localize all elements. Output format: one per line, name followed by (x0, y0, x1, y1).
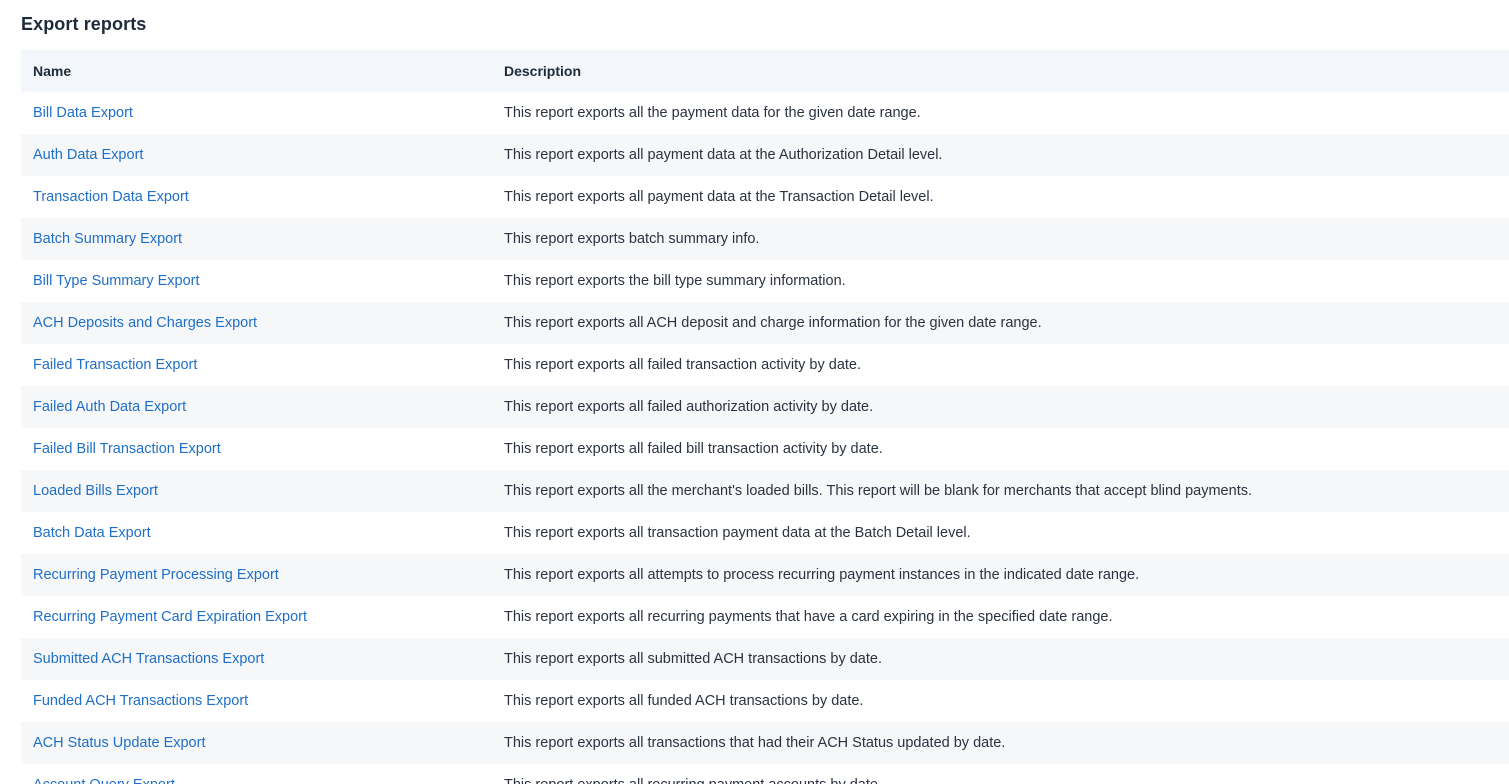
page-title: Export reports (21, 14, 147, 34)
export-reports-table: Name Description Bill Data Export This re… (21, 50, 1509, 784)
report-link[interactable]: Bill Type Summary Export (33, 273, 200, 289)
table-row: Batch Data Export This report exports all… (21, 512, 1509, 554)
report-description: This report exports all failed transacti… (504, 357, 862, 373)
report-link[interactable]: Batch Data Export (33, 525, 151, 541)
report-link[interactable]: Bill Data Export (33, 105, 133, 121)
report-link[interactable]: Failed Auth Data Export (33, 399, 186, 415)
name-cell: Auth Data Export (21, 146, 504, 164)
description-cell: This report exports all payment data at … (504, 188, 1509, 206)
name-cell: Failed Auth Data Export (21, 398, 504, 416)
description-cell: This report exports all transaction paym… (504, 524, 1509, 542)
report-description: This report exports all payment data at … (504, 147, 943, 163)
description-cell: This report exports all the merchant's l… (504, 482, 1509, 500)
report-description: This report exports all transaction paym… (504, 525, 971, 541)
report-link[interactable]: Loaded Bills Export (33, 483, 158, 499)
report-description: This report exports all funded ACH trans… (504, 693, 864, 709)
table-body: Bill Data Export This report exports all … (21, 92, 1509, 784)
table-row: Account Query Export This report exports … (21, 764, 1509, 784)
name-cell: Batch Data Export (21, 524, 504, 542)
table-row: Loaded Bills Export This report exports a… (21, 470, 1509, 512)
report-description: This report exports the bill type summar… (504, 273, 846, 289)
header-name: Name (33, 63, 72, 79)
name-cell: Loaded Bills Export (21, 482, 504, 500)
name-cell: Transaction Data Export (21, 188, 504, 206)
name-cell: Failed Bill Transaction Export (21, 440, 504, 458)
table-row: ACH Status Update Export This report expo… (21, 722, 1509, 764)
name-cell: Funded ACH Transactions Export (21, 692, 504, 710)
description-cell: This report exports all failed bill tran… (504, 440, 1509, 458)
table-header: Name Description (21, 50, 1509, 92)
report-link[interactable]: Transaction Data Export (33, 189, 189, 205)
report-description: This report exports all recurring paymen… (504, 777, 882, 784)
name-cell: ACH Deposits and Charges Export (21, 314, 504, 332)
report-link[interactable]: Recurring Payment Card Expiration Export (33, 609, 307, 625)
report-link[interactable]: Account Query Export (33, 777, 175, 784)
report-description: This report exports all recurring paymen… (504, 609, 1113, 625)
table-row: Transaction Data Export This report expor… (21, 176, 1509, 218)
description-cell: This report exports batch summary info. (504, 230, 1509, 248)
table-row: Batch Summary Export This report exports … (21, 218, 1509, 260)
name-cell: Batch Summary Export (21, 230, 504, 248)
name-cell: Failed Transaction Export (21, 356, 504, 374)
table-row: Recurring Payment Card Expiration Export… (21, 596, 1509, 638)
table-row: Failed Bill Transaction Export This repor… (21, 428, 1509, 470)
table-row: Funded ACH Transactions Export This repor… (21, 680, 1509, 722)
table-row: Failed Auth Data Export This report expor… (21, 386, 1509, 428)
name-cell: Recurring Payment Card Expiration Export (21, 608, 504, 626)
report-link[interactable]: Auth Data Export (33, 147, 143, 163)
description-cell: This report exports all failed authoriza… (504, 398, 1509, 416)
description-cell: This report exports all the payment data… (504, 104, 1509, 122)
report-link[interactable]: ACH Status Update Export (33, 735, 205, 751)
report-link[interactable]: Failed Bill Transaction Export (33, 441, 221, 457)
table-row: Auth Data Export This report exports all … (21, 134, 1509, 176)
description-cell: This report exports all recurring paymen… (504, 776, 1509, 784)
description-cell: This report exports all ACH deposit and … (504, 314, 1509, 332)
description-cell: This report exports all failed transacti… (504, 356, 1509, 374)
report-link[interactable]: Recurring Payment Processing Export (33, 567, 279, 583)
name-cell: ACH Status Update Export (21, 734, 504, 752)
report-link[interactable]: ACH Deposits and Charges Export (33, 315, 257, 331)
header-description: Description (504, 63, 582, 79)
description-cell: This report exports all attempts to proc… (504, 566, 1509, 584)
table-row: Submitted ACH Transactions Export This re… (21, 638, 1509, 680)
name-cell: Bill Data Export (21, 104, 504, 122)
report-link[interactable]: Funded ACH Transactions Export (33, 693, 248, 709)
report-link[interactable]: Failed Transaction Export (33, 357, 197, 373)
report-description: This report exports all failed bill tran… (504, 441, 883, 457)
report-description: This report exports all payment data at … (504, 189, 934, 205)
description-cell: This report exports all submitted ACH tr… (504, 650, 1509, 668)
report-description: This report exports batch summary info. (504, 231, 760, 247)
name-cell: Account Query Export (21, 776, 504, 784)
description-cell: This report exports all payment data at … (504, 146, 1509, 164)
report-description: This report exports all the merchant's l… (504, 483, 1252, 499)
report-description: This report exports all the payment data… (504, 105, 921, 121)
report-link[interactable]: Submitted ACH Transactions Export (33, 651, 264, 667)
report-description: This report exports all transactions tha… (504, 735, 1006, 751)
report-description: This report exports all ACH deposit and … (504, 315, 1042, 331)
report-description: This report exports all attempts to proc… (504, 567, 1140, 583)
description-cell: This report exports all funded ACH trans… (504, 692, 1509, 710)
table-row: Bill Type Summary Export This report expo… (21, 260, 1509, 302)
table-row: Bill Data Export This report exports all … (21, 92, 1509, 134)
name-cell: Submitted ACH Transactions Export (21, 650, 504, 668)
report-description: This report exports all submitted ACH tr… (504, 651, 882, 667)
report-description: This report exports all failed authoriza… (504, 399, 874, 415)
name-cell: Recurring Payment Processing Export (21, 566, 504, 584)
report-link[interactable]: Batch Summary Export (33, 231, 182, 247)
description-cell: This report exports all recurring paymen… (504, 608, 1509, 626)
name-cell: Bill Type Summary Export (21, 272, 504, 290)
description-cell: This report exports the bill type summar… (504, 272, 1509, 290)
table-row: Failed Transaction Export This report exp… (21, 344, 1509, 386)
table-row: ACH Deposits and Charges Export This repo… (21, 302, 1509, 344)
table-row: Recurring Payment Processing Export This … (21, 554, 1509, 596)
description-cell: This report exports all transactions tha… (504, 734, 1509, 752)
